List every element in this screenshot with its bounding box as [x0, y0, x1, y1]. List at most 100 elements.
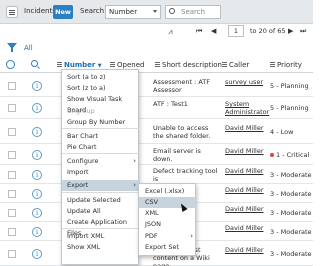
table-row[interactable]: i Email server is down. David Miller 1 - Cr…: [0, 144, 313, 165]
menu-item-update-all[interactable]: Update All: [62, 206, 140, 217]
column-menu-icon[interactable]: [57, 62, 62, 67]
column-header-caller[interactable]: Caller: [229, 61, 249, 69]
info-icon[interactable]: i: [32, 103, 42, 113]
priority-cell: 3 - Moderate: [270, 250, 313, 258]
priority-value: 3 - Moderate: [270, 209, 312, 217]
caller-link[interactable]: David Miller: [225, 167, 269, 175]
info-icon[interactable]: i: [32, 81, 42, 91]
table-row[interactable]: i ATF : Test1 System Administrator 5 - Plan…: [0, 97, 313, 119]
export-submenu: Excel (.xlsx) CSV XML JSON PDF › Export Set: [138, 183, 197, 256]
menu-item-show-xml[interactable]: Show XML: [62, 242, 140, 253]
row-checkbox[interactable]: [8, 190, 16, 198]
menu-item-import[interactable]: Import: [62, 167, 140, 178]
search-label: Search: [80, 7, 105, 15]
row-checkbox[interactable]: [8, 82, 16, 90]
priority-cell: 3 - Moderate: [270, 209, 313, 217]
row-checkbox[interactable]: [8, 104, 16, 112]
page-number-input[interactable]: 1: [228, 25, 244, 37]
info-icon[interactable]: i: [32, 127, 42, 137]
info-icon[interactable]: i: [32, 189, 42, 199]
column-header-short-description[interactable]: Short description: [162, 61, 222, 69]
info-icon[interactable]: i: [32, 208, 42, 218]
menu-item-label: Pie Chart: [67, 143, 97, 151]
priority-cell: 5 - Planning: [270, 82, 313, 90]
filter-all-link[interactable]: All: [24, 44, 33, 52]
info-icon[interactable]: i: [32, 150, 42, 160]
table-row[interactable]: i Defect tracking tool is David Miller 3 - …: [0, 165, 313, 184]
column-header-priority[interactable]: Priority: [277, 61, 302, 69]
search-icon[interactable]: [31, 60, 38, 67]
menu-item-bar-chart[interactable]: Bar Chart: [62, 131, 140, 142]
short-description-cell: Defect tracking tool is: [153, 167, 218, 183]
export-item-label: CSV: [145, 198, 159, 206]
table-row[interactable]: i Assessment : ATF Assessor survey user 5 -…: [0, 75, 313, 97]
menu-item-sort-a-to-z[interactable]: Sort (a to z): [62, 72, 140, 83]
export-item-excel-xlsx[interactable]: Excel (.xlsx): [139, 186, 197, 197]
menu-item-export[interactable]: Export ›: [62, 180, 140, 191]
column-header-opened[interactable]: Opened: [117, 61, 144, 69]
chevron-right-icon: ›: [133, 157, 136, 165]
menu-item-label: Update Selected: [67, 196, 121, 204]
row-checkbox[interactable]: [8, 128, 16, 136]
column-menu-icon[interactable]: [222, 62, 227, 67]
caller-link[interactable]: David Miller: [225, 246, 269, 254]
export-item-json[interactable]: JSON: [139, 219, 197, 230]
caller-link[interactable]: David Miller: [225, 186, 269, 194]
info-icon[interactable]: i: [32, 170, 42, 180]
column-menu-icon[interactable]: [270, 62, 275, 67]
row-checkbox[interactable]: [8, 171, 16, 179]
caller-link[interactable]: survey user: [225, 78, 269, 86]
menu-item-configure[interactable]: Configure ›: [62, 156, 140, 167]
caller-link[interactable]: David Miller: [225, 124, 269, 132]
menu-item-update-selected[interactable]: Update Selected: [62, 195, 140, 206]
info-icon[interactable]: i: [32, 249, 42, 259]
short-description-cell: Unable to access the shared folder.: [153, 124, 211, 140]
chevron-right-icon: ›: [190, 232, 193, 240]
export-item-export-set[interactable]: Export Set: [139, 242, 197, 253]
caller-link[interactable]: System Administrator: [225, 100, 269, 116]
export-item-label: JSON: [145, 220, 162, 228]
row-checkbox[interactable]: [8, 250, 16, 258]
column-menu-icon[interactable]: [110, 62, 115, 67]
row-checkbox[interactable]: [8, 228, 16, 236]
export-item-pdf[interactable]: PDF ›: [139, 231, 197, 242]
short-description-cell: Assessment : ATF Assessor: [153, 78, 210, 94]
new-button[interactable]: New: [53, 5, 73, 19]
export-item-xml[interactable]: XML: [139, 208, 197, 219]
info-icon[interactable]: i: [32, 227, 42, 237]
menu-item-group-by-number[interactable]: Group By Number: [62, 117, 140, 128]
row-checkbox[interactable]: [8, 151, 16, 159]
search-icon: [169, 8, 175, 14]
gear-icon[interactable]: [6, 60, 15, 69]
caller-link[interactable]: David Miller: [225, 147, 269, 155]
column-label-number: Number: [64, 61, 96, 69]
row-checkbox[interactable]: [8, 209, 16, 217]
menu-item-ungroup[interactable]: Ungroup: [62, 106, 140, 117]
next-page-icon[interactable]: ▶: [288, 27, 293, 35]
menu-item-pie-chart[interactable]: Pie Chart: [62, 142, 140, 153]
menu-item-label: Show XML: [67, 243, 101, 251]
column-context-menu: Sort (a to z) Sort (z to a) Show Visual Ta…: [61, 69, 140, 265]
export-item-label: Excel (.xlsx): [145, 187, 185, 195]
table-row[interactable]: i Unable to access the shared folder. Davi…: [0, 119, 313, 144]
menu-item-sort-z-to-a[interactable]: Sort (z to a): [62, 83, 140, 94]
hamburger-menu-icon[interactable]: [6, 6, 18, 18]
caller-link[interactable]: David Miller: [225, 224, 269, 232]
menu-item-create-application-files[interactable]: Create Application Files: [62, 217, 140, 237]
menu-item-import-xml[interactable]: Import XML: [62, 231, 140, 242]
chevron-right-icon: ›: [133, 181, 136, 189]
column-header-number[interactable]: Number ▼: [64, 61, 102, 69]
search-field-select[interactable]: Number: [105, 5, 161, 19]
previous-page-icon[interactable]: ◀: [211, 27, 216, 35]
first-page-icon[interactable]: ⏮: [196, 27, 202, 36]
last-page-icon[interactable]: ⏭: [300, 27, 306, 36]
export-item-csv[interactable]: CSV: [139, 197, 197, 208]
export-item-label: PDF: [145, 232, 158, 240]
activity-stream-icon[interactable]: ⩘: [168, 27, 173, 37]
caller-link[interactable]: David Miller: [225, 205, 269, 213]
column-menu-icon[interactable]: [155, 62, 160, 67]
table-header: Number ▼ Opened Short description Caller…: [0, 57, 313, 73]
priority-cell: 5 - Planning: [270, 104, 313, 112]
menu-item-label: Group By Number: [67, 118, 126, 126]
menu-item-show-visual-task-board[interactable]: Show Visual Task Board: [62, 94, 140, 114]
